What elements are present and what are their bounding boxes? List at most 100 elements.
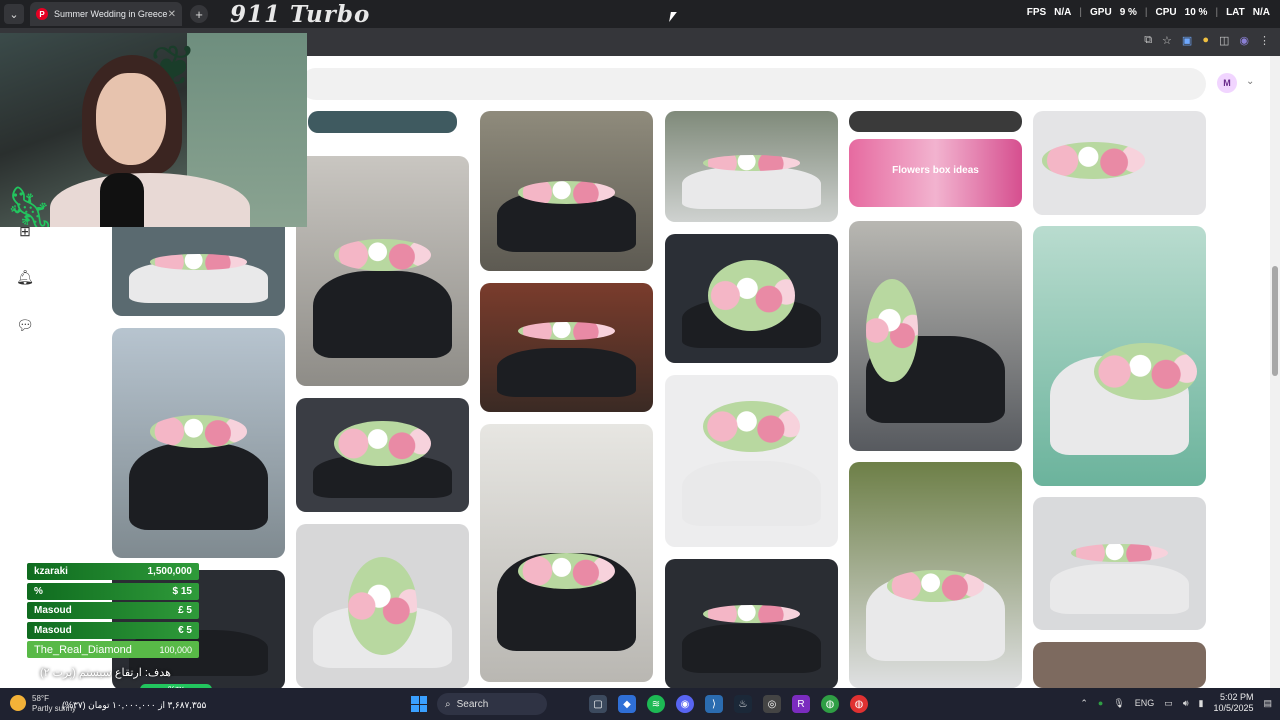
install-icon[interactable]: ⧉ <box>1144 34 1152 47</box>
donation-amount: £ 5 <box>178 605 192 616</box>
performance-overlay: FPS N/A | GPU 9 % | CPU 10 % | LAT N/A <box>1027 7 1270 18</box>
battery-icon[interactable]: ▮ <box>1198 698 1203 709</box>
mic-icon[interactable]: 🎙︎ <box>1113 698 1124 709</box>
search-input[interactable] <box>300 68 1206 100</box>
pin-card[interactable] <box>1033 642 1206 688</box>
donation-amount: 1,500,000 <box>147 566 193 577</box>
windows-start-icon[interactable] <box>411 696 427 712</box>
tray-app-icon[interactable]: ● <box>1098 698 1103 708</box>
chat-icon[interactable]: 💬︎ <box>16 316 34 334</box>
discord-icon[interactable]: ◉ <box>676 695 694 713</box>
donation-row: Masoud £ 5 <box>27 602 199 619</box>
time: 5:02 PM <box>1219 692 1254 702</box>
donation-amount: 100,000 <box>159 644 192 655</box>
goal-amount-text: ۳,۶۸۷,۳۵۵ از ۱۰,۰۰۰,۰۰۰ تومان (۳۷%) <box>62 700 207 710</box>
pin-card[interactable] <box>112 328 285 558</box>
clock[interactable]: 5:02 PM 10/5/2025 <box>1213 692 1253 714</box>
donation-row: kzaraki 1,500,000 <box>27 563 199 580</box>
lat-label: LAT <box>1226 7 1245 18</box>
pin-card[interactable] <box>1033 497 1206 630</box>
cpu-value: 10 % <box>1184 7 1208 18</box>
pin-caption: Flowers box ideas <box>892 165 979 176</box>
copilot-icon[interactable]: ◆ <box>618 695 636 713</box>
vscode-icon[interactable]: ⟩ <box>705 695 723 713</box>
donor-name: Masoud <box>34 624 72 636</box>
divider: | <box>1144 7 1148 18</box>
toolbar-icons: ⧉ ☆ ▣ ● ◫ ◉ ⋮ <box>1144 34 1270 47</box>
obs-icon[interactable]: ◎ <box>763 695 781 713</box>
bell-icon[interactable]: 🔔︎ <box>16 268 34 286</box>
webcam-overlay: ❦ 🦎︎ <box>0 33 307 227</box>
donation-row: % $ 15 <box>27 582 199 600</box>
extension-icon[interactable]: ▣ <box>1182 34 1192 47</box>
tab-title: Summer Wedding in Greece <box>54 9 168 19</box>
scrollbar-thumb[interactable] <box>1272 266 1278 376</box>
pin-card[interactable] <box>665 234 838 363</box>
chevron-down-icon[interactable]: ⌄ <box>1246 76 1254 87</box>
tab-search-button[interactable]: ⌄ <box>4 4 24 24</box>
pin-card[interactable] <box>665 375 838 547</box>
fps-value: N/A <box>1054 7 1072 18</box>
divider: | <box>1215 7 1219 18</box>
pin-card[interactable] <box>1033 111 1206 215</box>
avatar[interactable]: M <box>1217 73 1237 93</box>
steam-icon[interactable]: ♨ <box>734 695 752 713</box>
system-tray: ⌃ ● 🎙︎ ENG ▭ 🔊︎ ▮ 5:02 PM 10/5/2025 ▤ <box>1080 692 1272 714</box>
task-view-icon[interactable]: ▢ <box>589 695 607 713</box>
pin-card[interactable] <box>480 424 653 682</box>
spotify-icon[interactable]: ≋ <box>647 695 665 713</box>
chrome-icon[interactable]: ◍ <box>821 695 839 713</box>
scrollbar[interactable] <box>1270 56 1280 688</box>
pin-card[interactable] <box>849 221 1022 451</box>
gpu-value: 9 % <box>1119 7 1137 18</box>
donation-list: kzaraki 1,500,000 % $ 15 Masoud £ 5 Masoud €… <box>27 563 199 661</box>
pin-card[interactable] <box>849 111 1022 132</box>
pin-card[interactable]: Flowers box ideas <box>849 139 1022 207</box>
donor-name: Masoud <box>34 605 72 616</box>
donor-name: kzaraki <box>34 566 68 577</box>
pinterest-icon: P <box>36 8 48 20</box>
pin-card[interactable] <box>296 156 469 386</box>
tab-active[interactable]: P Summer Wedding in Greece ✕ <box>30 2 182 26</box>
divider: | <box>1079 7 1083 18</box>
pin-card[interactable] <box>665 111 838 222</box>
fps-label: FPS <box>1026 7 1047 18</box>
chevron-up-icon[interactable]: ⌃ <box>1080 698 1088 709</box>
pin-card[interactable] <box>480 111 653 271</box>
notification-icon[interactable]: ▤ <box>1263 698 1272 709</box>
stream-brand-overlay: 911 Turbo <box>230 0 371 28</box>
donor-name: % <box>34 585 43 597</box>
pin-card[interactable] <box>480 283 653 412</box>
profile-icon[interactable]: ◉ <box>1239 34 1249 47</box>
donor-name: The_Real_Diamond <box>34 643 132 656</box>
kebab-menu-icon[interactable]: ⋮ <box>1259 34 1270 47</box>
cpu-label: CPU <box>1155 7 1177 18</box>
lizard-icon: 🦎︎ <box>2 185 58 227</box>
search-icon: ⌕ <box>445 698 451 710</box>
extensions-icon[interactable]: ◫ <box>1219 34 1229 47</box>
app-r-icon[interactable]: R <box>792 695 810 713</box>
pin-card[interactable] <box>296 398 469 512</box>
pin-card[interactable] <box>1033 226 1206 486</box>
taskbar-search[interactable]: ⌕ Search <box>437 693 547 715</box>
pin-card[interactable] <box>849 462 1022 688</box>
extension-icon[interactable]: ● <box>1202 34 1209 47</box>
star-icon[interactable]: ☆ <box>1162 34 1172 47</box>
donation-goal-text: هدف: ارتقاع سیستم (پرت ۲) <box>40 667 171 679</box>
gear-icon[interactable]: ⚙ <box>16 654 29 671</box>
gpu-label: GPU <box>1090 7 1112 18</box>
network-icon[interactable]: ▭ <box>1164 698 1173 709</box>
new-tab-button[interactable]: + <box>190 5 208 23</box>
close-icon[interactable]: ✕ <box>168 9 176 20</box>
chrome-active-icon[interactable]: ◍ <box>850 695 868 713</box>
pin-card[interactable] <box>296 524 469 688</box>
donation-row: Masoud € 5 <box>27 621 199 639</box>
taskbar-search-label: Search <box>456 698 489 710</box>
language-indicator[interactable]: ENG <box>1135 698 1155 708</box>
date: 10/5/2025 <box>1213 703 1254 713</box>
pin-card[interactable] <box>308 111 457 133</box>
volume-icon[interactable]: 🔊︎ <box>1183 698 1189 709</box>
screen: ⌄ P Summer Wedding in Greece ✕ + 911 Tur… <box>0 0 1280 720</box>
pin-card[interactable] <box>665 559 838 688</box>
sun-icon <box>10 695 26 711</box>
